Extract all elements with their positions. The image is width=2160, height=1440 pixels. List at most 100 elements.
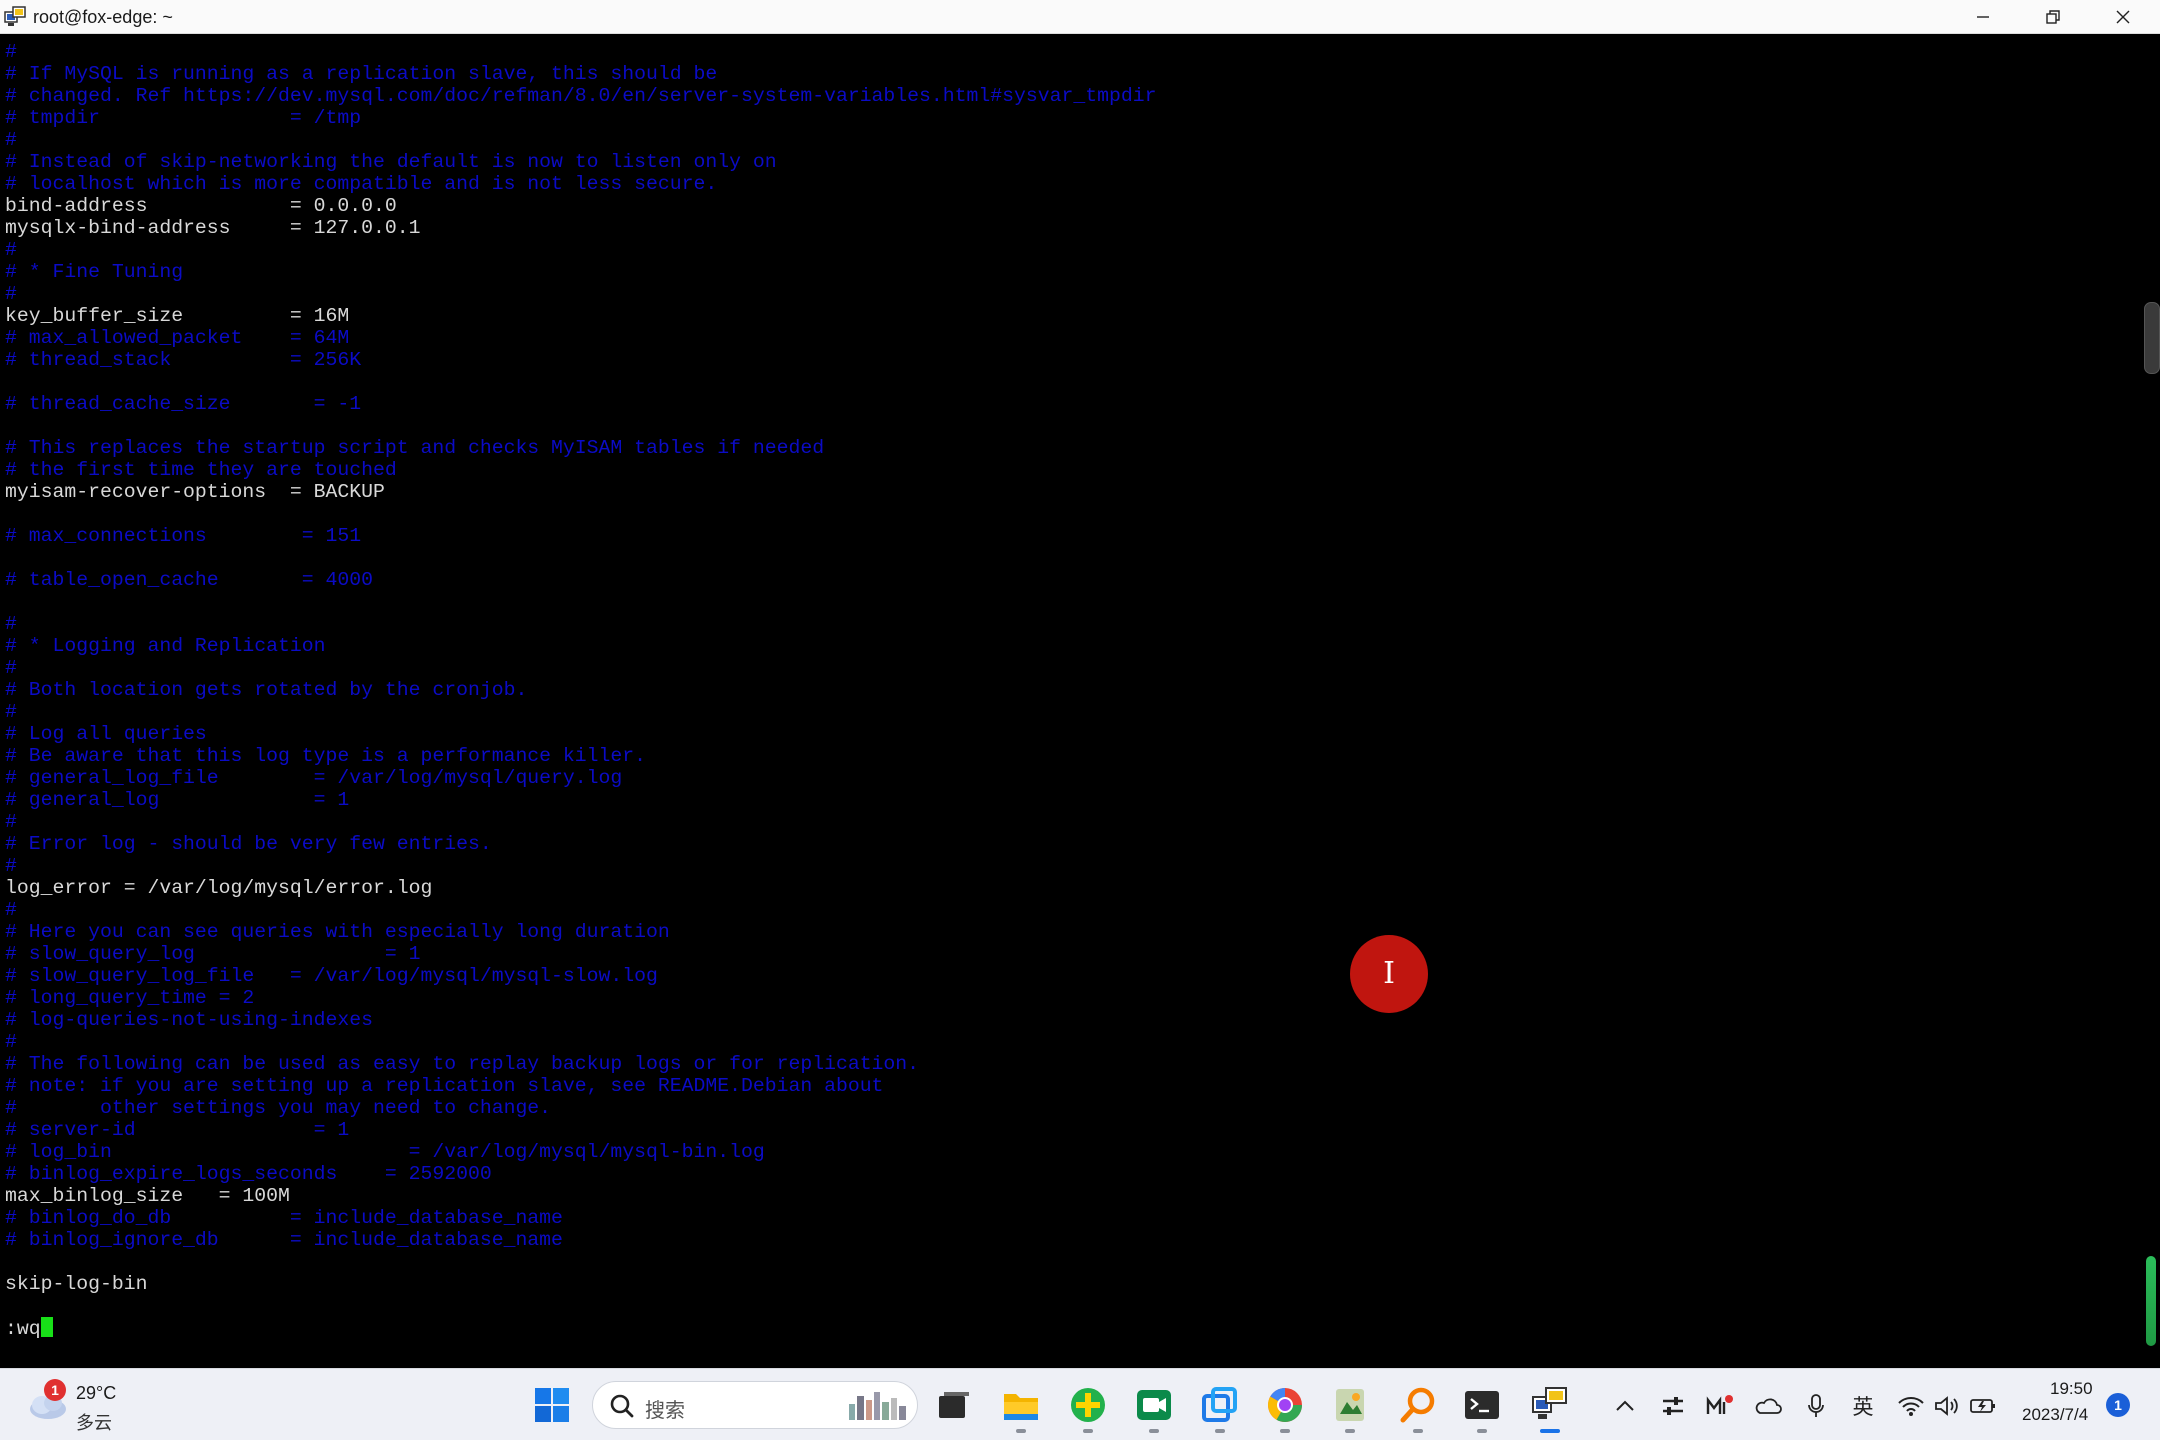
speaker-icon: [1935, 1396, 1958, 1416]
sliders-icon: [1663, 1397, 1683, 1415]
text-cursor-icon: I: [1383, 956, 1395, 991]
config-comment-line: # * Logging and Replication: [5, 635, 326, 657]
taskbar-search-box[interactable]: 搜索: [592, 1381, 918, 1429]
config-comment-line: # table_open_cache = 4000: [5, 569, 373, 591]
config-comment-line: # localhost which is more compatible and…: [5, 173, 718, 195]
window-titlebar[interactable]: root@fox-edge: ~: [0, 0, 2160, 34]
terminal-button[interactable]: [1460, 1383, 1504, 1433]
video-meeting-icon: [1137, 1390, 1171, 1420]
config-comment-line: # binlog_do_db = include_database_name: [5, 1207, 563, 1229]
config-comment-line: # other settings you may need to change.: [5, 1097, 552, 1119]
config-setting-line: mysqlx-bind-address = 127.0.0.1: [5, 217, 421, 239]
config-comment-line: # changed. Ref https://dev.mysql.com/doc…: [5, 85, 1157, 107]
notification-center-badge[interactable]: 1: [2106, 1393, 2130, 1417]
app-green-plus-button[interactable]: [1066, 1383, 1110, 1433]
config-comment-line: #: [5, 811, 17, 833]
config-comment-line: # slow_query_log = 1: [5, 943, 421, 965]
config-comment-line: # Log all queries: [5, 723, 207, 745]
restore-button[interactable]: [2018, 0, 2088, 34]
scrollbar-thumb[interactable]: [2144, 302, 2160, 374]
config-comment-line: #: [5, 41, 17, 63]
tray-app-m-button[interactable]: [1705, 1391, 1735, 1421]
active-indicator: [1540, 1429, 1560, 1433]
config-comment-line: # Instead of skip-networking the default…: [5, 151, 777, 173]
running-indicator: [1413, 1429, 1423, 1433]
config-comment-line: # If MySQL is running as a replication s…: [5, 63, 718, 85]
onedrive-button[interactable]: [1753, 1391, 1783, 1421]
config-comment-line: # tmpdir = /tmp: [5, 107, 362, 129]
folder-icon: [1004, 1394, 1038, 1420]
config-setting-line: myisam-recover-options = BACKUP: [5, 481, 385, 503]
config-comment-line: # general_log_file = /var/log/mysql/quer…: [5, 767, 623, 789]
running-indicator: [1083, 1429, 1093, 1433]
start-button[interactable]: [530, 1383, 574, 1427]
scrollbar-position-marker: [2146, 1256, 2156, 1346]
config-comment-line: # slow_query_log_file = /var/log/mysql/m…: [5, 965, 658, 987]
wifi-button[interactable]: [1896, 1391, 1926, 1421]
magnifier-app-icon: [1400, 1387, 1435, 1423]
app-blue-squares-button[interactable]: [1198, 1383, 1242, 1433]
running-indicator: [1345, 1429, 1355, 1433]
vim-command-text: :wq: [5, 1318, 41, 1340]
minimize-button[interactable]: [1948, 0, 2018, 34]
ssh-client-icon: [4, 6, 28, 28]
task-view-icon: [939, 1392, 969, 1418]
config-comment-line: # thread_cache_size = -1: [5, 393, 362, 415]
microphone-button[interactable]: [1801, 1391, 1831, 1421]
task-view-button[interactable]: [932, 1383, 976, 1427]
input-language-button[interactable]: 英: [1848, 1391, 1878, 1421]
vim-command-line[interactable]: :wq: [5, 1317, 53, 1340]
terminal-scrollbar[interactable]: [2136, 34, 2160, 1368]
browser-button[interactable]: [1263, 1383, 1307, 1433]
config-comment-line: # server-id = 1: [5, 1119, 350, 1141]
restore-icon: [2046, 10, 2060, 24]
config-setting-line: bind-address = 0.0.0.0: [5, 195, 397, 217]
config-setting-line: skip-log-bin: [5, 1273, 148, 1295]
close-icon: [2116, 10, 2130, 24]
tray-settings-button[interactable]: [1658, 1391, 1688, 1421]
config-comment-line: # log-queries-not-using-indexes: [5, 1009, 373, 1031]
config-comment-line: # thread_stack = 256K: [5, 349, 362, 371]
show-hidden-icons-button[interactable]: [1610, 1391, 1640, 1421]
config-comment-line: #: [5, 239, 17, 261]
weather-temperature: 29°C: [76, 1383, 117, 1403]
cloud-icon: [1755, 1398, 1782, 1414]
weather-widget[interactable]: 1 29°C 多云: [22, 1377, 152, 1434]
config-comment-line: # Both location gets rotated by the cron…: [5, 679, 528, 701]
microphone-icon: [1808, 1394, 1824, 1417]
config-comment-line: # general_log = 1: [5, 789, 350, 811]
green-document-icon: [1336, 1389, 1364, 1421]
mouse-highlight: I: [1350, 935, 1428, 1013]
config-comment-line: #: [5, 899, 17, 921]
running-indicator: [1016, 1429, 1026, 1433]
config-comment-line: #: [5, 129, 17, 151]
battery-button[interactable]: [1968, 1391, 1998, 1421]
search-placeholder: 搜索: [645, 1398, 685, 1422]
app-meet-button[interactable]: [1132, 1383, 1176, 1433]
browser-icon: [1268, 1388, 1302, 1422]
weather-description: 多云: [76, 1413, 112, 1434]
volume-button[interactable]: [1932, 1391, 1962, 1421]
close-button[interactable]: [2088, 0, 2158, 34]
green-plus-icon: [1071, 1388, 1105, 1422]
battery-charging-icon: [1970, 1399, 1995, 1413]
terminal-output[interactable]: # # If MySQL is running as a replication …: [0, 34, 2136, 1368]
config-comment-line: #: [5, 657, 17, 679]
terminal-cursor: [40, 1317, 53, 1337]
config-comment-line: # max_allowed_packet = 64M: [5, 327, 350, 349]
window-title: root@fox-edge: ~: [33, 7, 173, 27]
ssh-client-button[interactable]: [1528, 1383, 1572, 1433]
config-setting-line: key_buffer_size = 16M: [5, 305, 350, 327]
windows-logo-icon: [535, 1388, 569, 1422]
app-green-doc-button[interactable]: [1328, 1383, 1372, 1433]
config-comment-line: # binlog_expire_logs_seconds = 2592000: [5, 1163, 492, 1185]
config-comment-line: # binlog_ignore_db = include_database_na…: [5, 1229, 563, 1251]
minimize-icon: [1977, 16, 1989, 18]
config-comment-line: #: [5, 613, 17, 635]
config-comment-line: # max_connections = 151: [5, 525, 362, 547]
file-explorer-button[interactable]: [999, 1383, 1043, 1433]
chevron-up-icon: [1616, 1400, 1634, 1411]
app-search-tool-button[interactable]: [1396, 1383, 1440, 1433]
config-setting-line: max_binlog_size = 100M: [5, 1185, 290, 1207]
running-indicator: [1477, 1429, 1487, 1433]
